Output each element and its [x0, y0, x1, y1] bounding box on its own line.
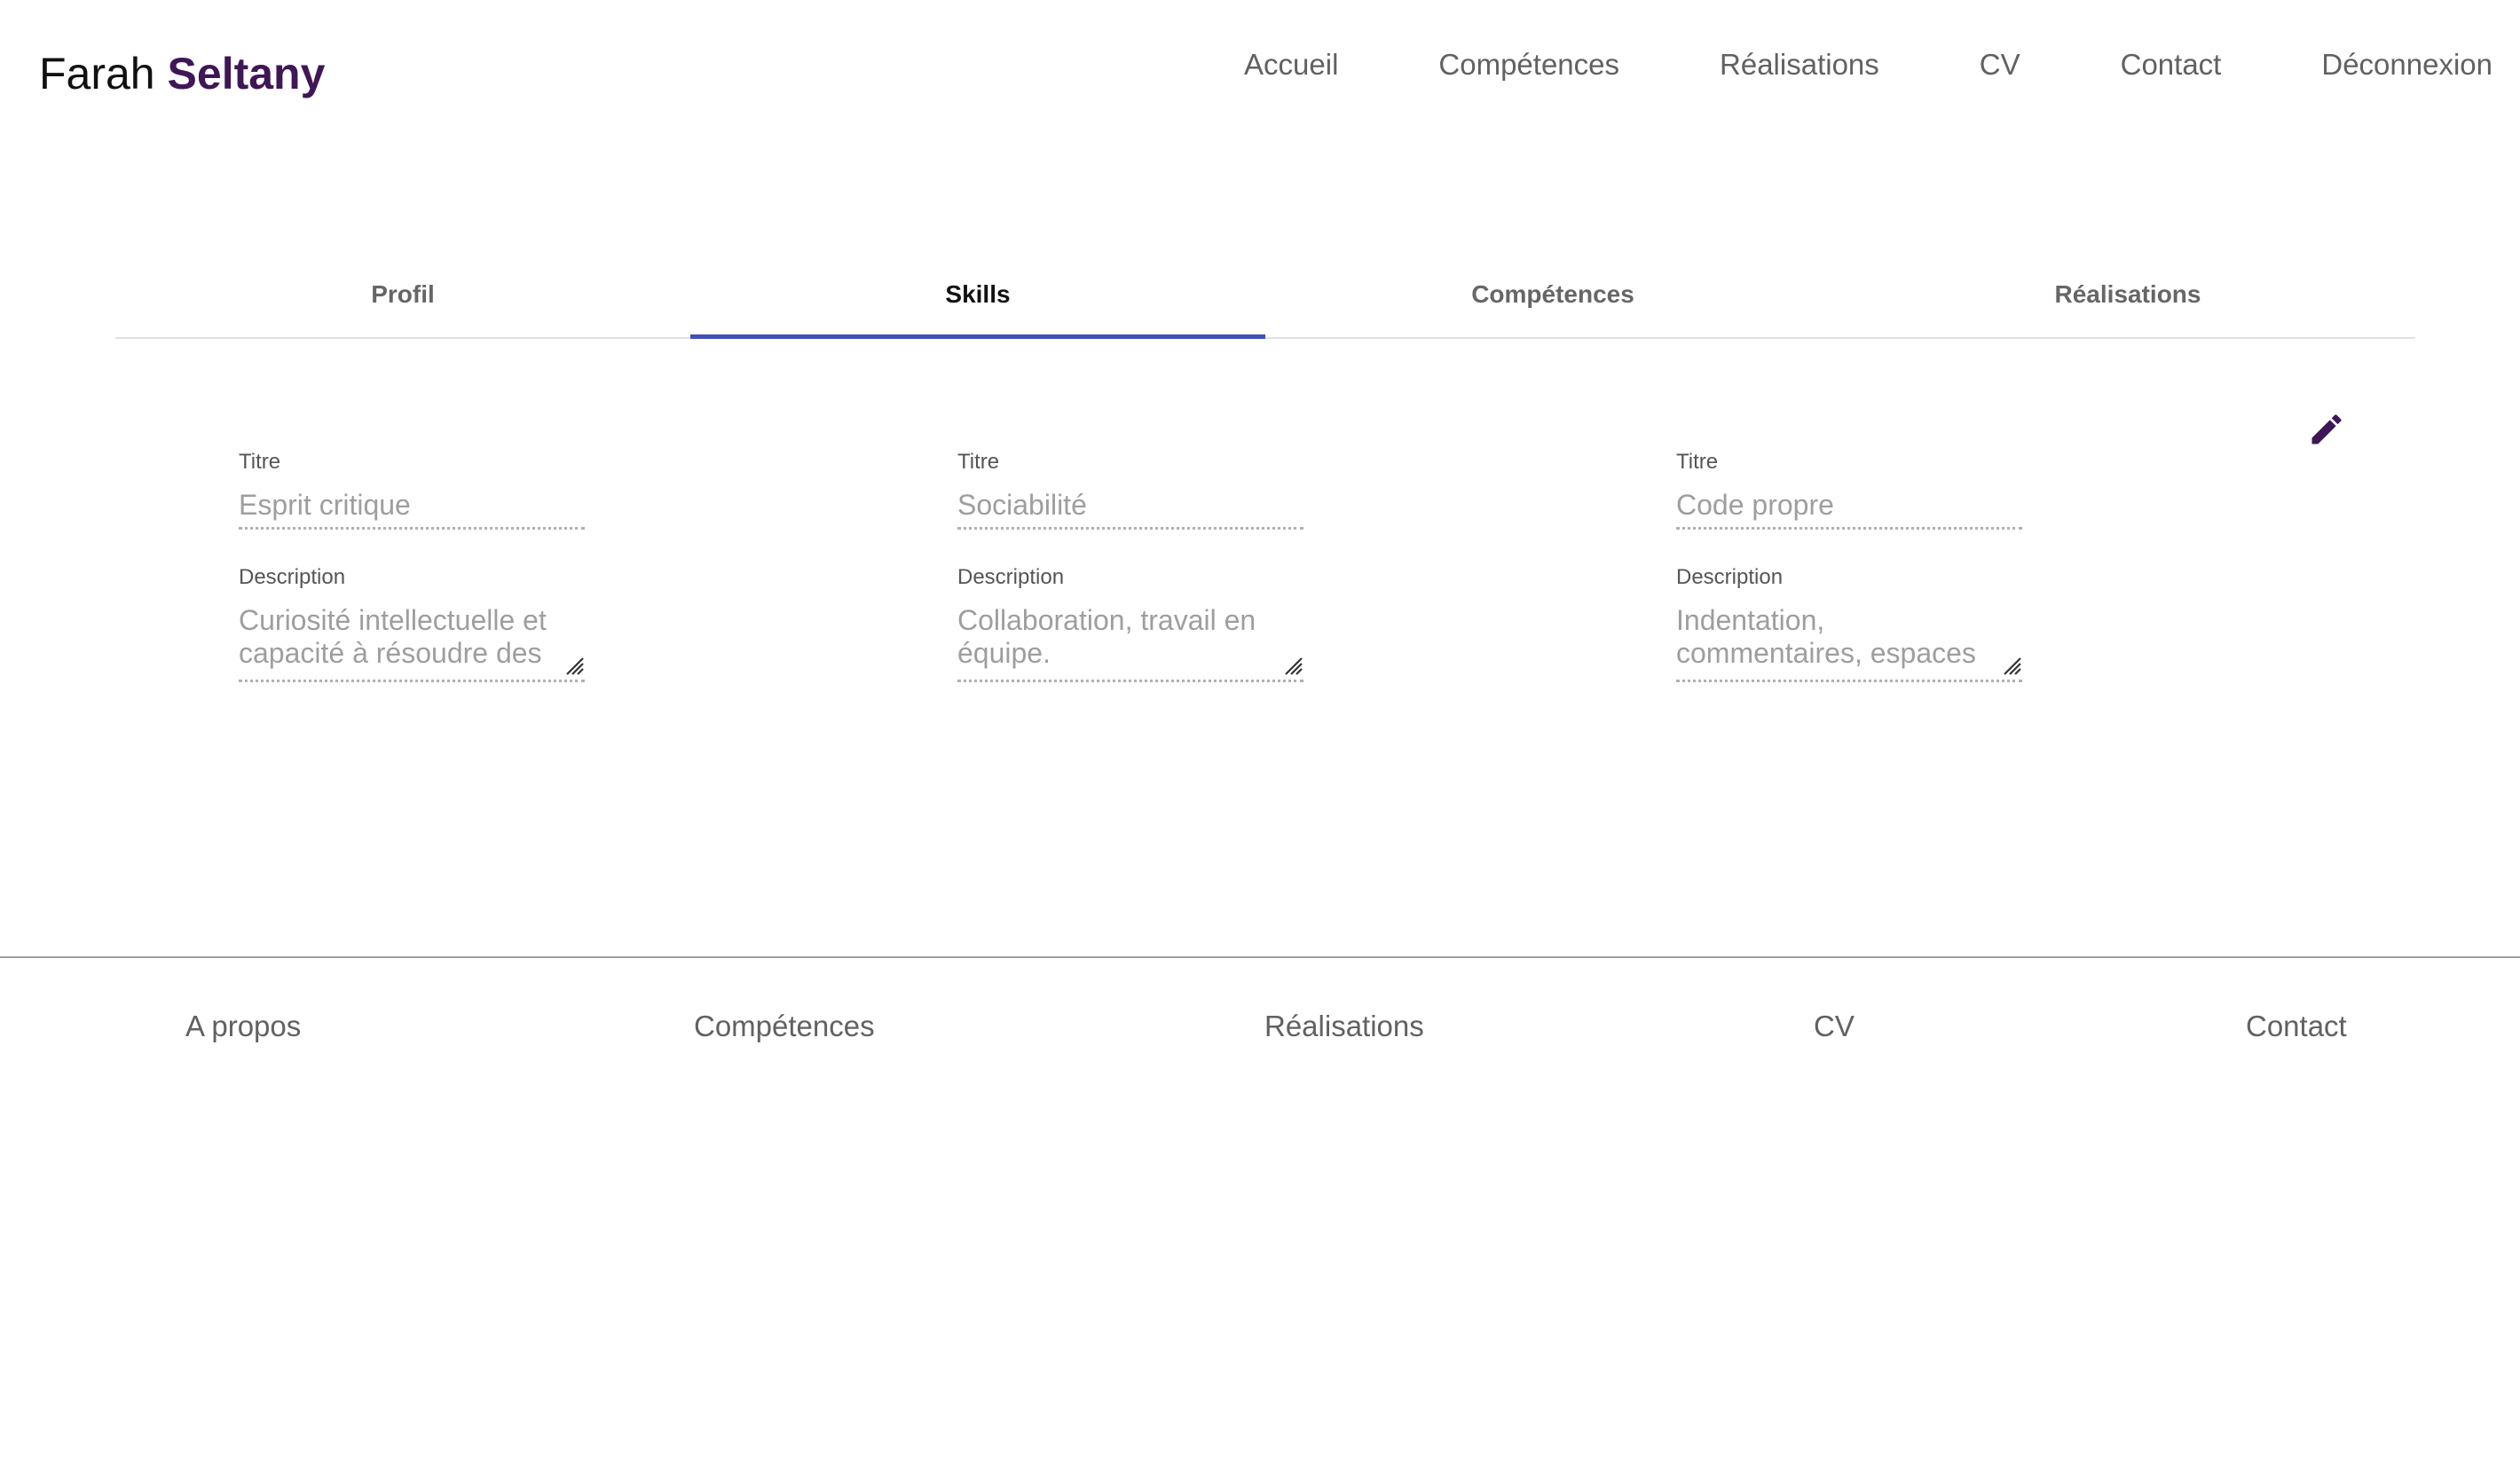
nav-link-realisations[interactable]: Réalisations — [1720, 44, 1879, 85]
top-nav: Accueil Compétences Réalisations CV Cont… — [1244, 44, 2492, 85]
description-textarea[interactable]: Indentation, commentaires, espaces ... — [1676, 595, 2022, 682]
page: Farah Seltany Accueil Compétences Réalis… — [0, 0, 2520, 1462]
footer-nav: A propos Compétences Réalisations CV Con… — [0, 1006, 2520, 1050]
skill-card: Titre Code propre Description Indentatio… — [1676, 448, 2022, 682]
tab-skills[interactable]: Skills — [690, 266, 1265, 339]
description-value: Collaboration, travail en équipe. — [957, 604, 1256, 669]
brand-first-name: Farah — [39, 49, 155, 98]
description-textarea[interactable]: Curiosité intellectuelle et capacité à r… — [239, 595, 585, 682]
tab-realisations[interactable]: Réalisations — [1840, 266, 2415, 337]
description-label: Description — [239, 565, 346, 589]
nav-link-competences[interactable]: Compétences — [1438, 44, 1619, 85]
footer-link-contact[interactable]: Contact — [2246, 1006, 2347, 1047]
resize-handle-icon[interactable] — [1999, 653, 2022, 676]
footer-link-cv[interactable]: CV — [1814, 1006, 1855, 1047]
admin-tabs: Profil Skills Compétences Réalisations — [115, 266, 2415, 339]
footer-divider — [0, 956, 2520, 958]
footer-link-realisations[interactable]: Réalisations — [1264, 1006, 1424, 1047]
nav-link-contact[interactable]: Contact — [2121, 44, 2222, 85]
nav-link-accueil[interactable]: Accueil — [1244, 44, 1338, 85]
title-field[interactable]: Esprit critique — [239, 480, 585, 530]
resize-handle-icon[interactable] — [1280, 653, 1303, 676]
title-label: Titre — [239, 450, 281, 474]
tab-profil[interactable]: Profil — [115, 266, 690, 337]
title-label: Titre — [1676, 450, 1719, 474]
site-header: Farah Seltany Accueil Compétences Réalis… — [0, 0, 2520, 142]
description-value: Indentation, commentaires, espaces ... — [1676, 604, 1976, 680]
description-label: Description — [957, 565, 1065, 589]
title-field[interactable]: Sociabilité — [957, 480, 1303, 530]
title-label: Titre — [957, 450, 1000, 474]
title-value: Sociabilité — [957, 489, 1087, 521]
description-label: Description — [1676, 565, 1784, 589]
title-value: Esprit critique — [239, 489, 411, 521]
description-textarea[interactable]: Collaboration, travail en équipe. — [957, 595, 1303, 682]
title-field[interactable]: Code propre — [1676, 480, 2022, 530]
tab-competences[interactable]: Compétences — [1265, 266, 1840, 337]
skill-card: Titre Esprit critique Description Curios… — [239, 448, 585, 682]
nav-link-cv[interactable]: CV — [1980, 44, 2020, 85]
title-value: Code propre — [1676, 489, 1834, 521]
skill-card: Titre Sociabilité Description Collaborat… — [957, 448, 1303, 682]
nav-link-deconnexion[interactable]: Déconnexion — [2321, 44, 2492, 85]
pencil-icon-svg — [2311, 414, 2342, 444]
description-value: Curiosité intellectuelle et capacité à r… — [239, 604, 547, 669]
brand-last-name: Seltany — [167, 49, 326, 98]
footer-link-a-propos[interactable]: A propos — [185, 1006, 301, 1047]
pencil-icon[interactable] — [2307, 410, 2346, 449]
footer-link-competences[interactable]: Compétences — [694, 1006, 875, 1047]
resize-handle-icon[interactable] — [562, 653, 585, 676]
brand-logo[interactable]: Farah Seltany — [39, 44, 325, 103]
